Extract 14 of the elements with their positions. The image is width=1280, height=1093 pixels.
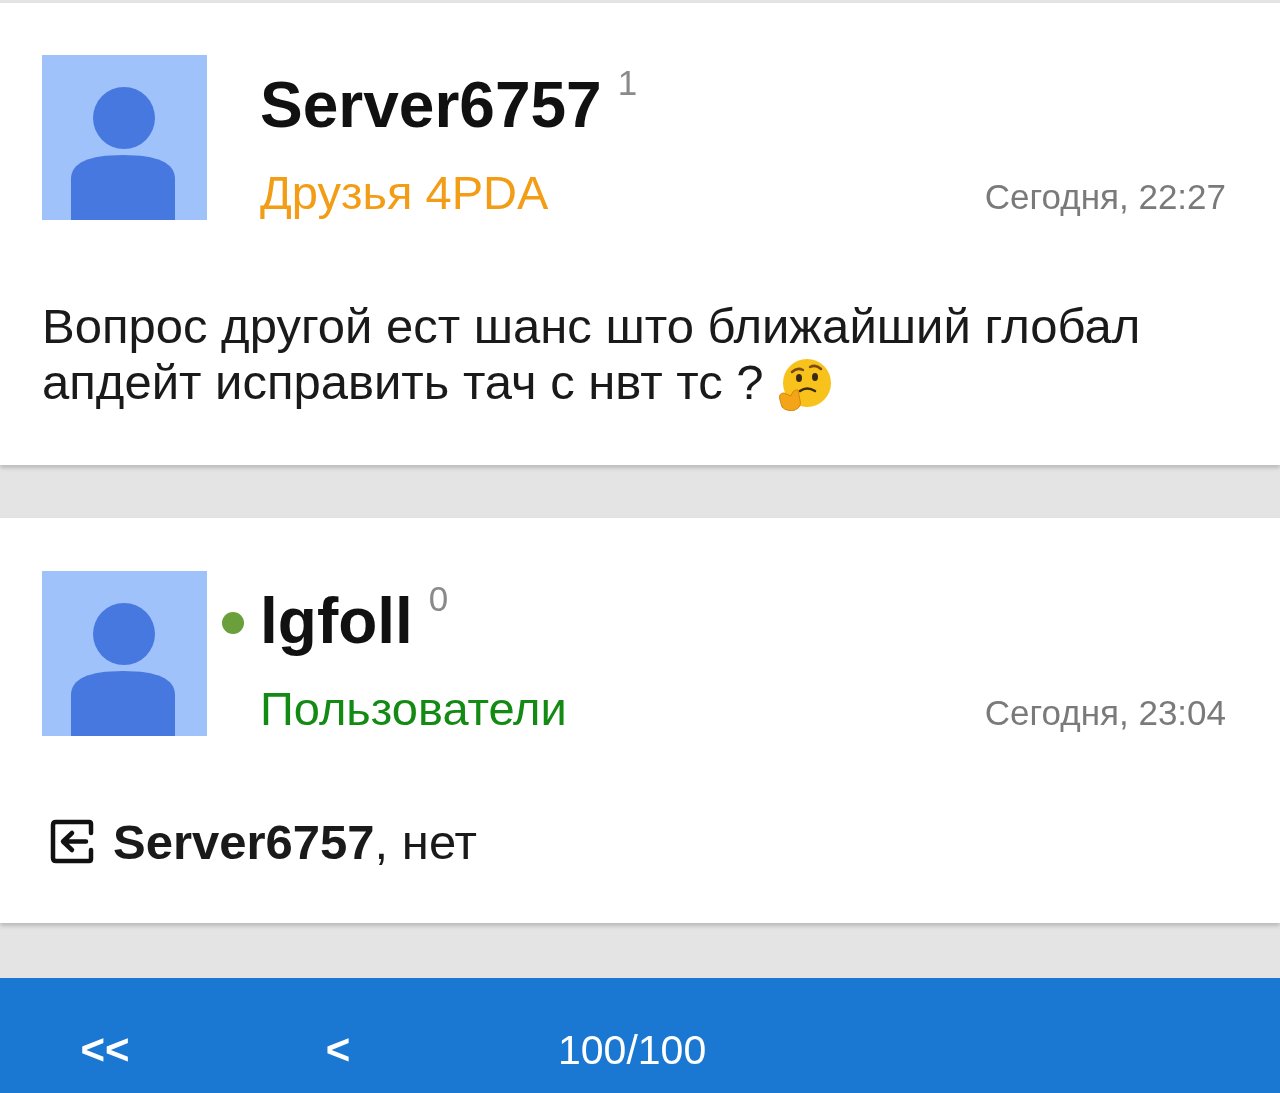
post-text: апдейт исправить тач с нвт тс ? (42, 354, 764, 410)
user-avatar-icon (42, 55, 207, 220)
author-name[interactable]: Server6757 (260, 73, 602, 137)
page-counter: 100/100 (558, 1028, 707, 1072)
thinking-face-icon (777, 358, 832, 412)
arrow-into-box-icon[interactable] (50, 819, 95, 864)
reputation-count: 0 (428, 581, 449, 616)
post-text: Вопрос другой ест шанс што ближайший глобал (42, 298, 1141, 354)
post-time: Сегодня, 22:27 (984, 179, 1226, 214)
post-text: Server6757, нет (113, 814, 477, 870)
post-time: Сегодня, 23:04 (984, 695, 1226, 730)
user-avatar-icon (42, 571, 207, 736)
user-group-label: Пользователи (260, 685, 567, 732)
reputation-count: 1 (617, 65, 638, 100)
